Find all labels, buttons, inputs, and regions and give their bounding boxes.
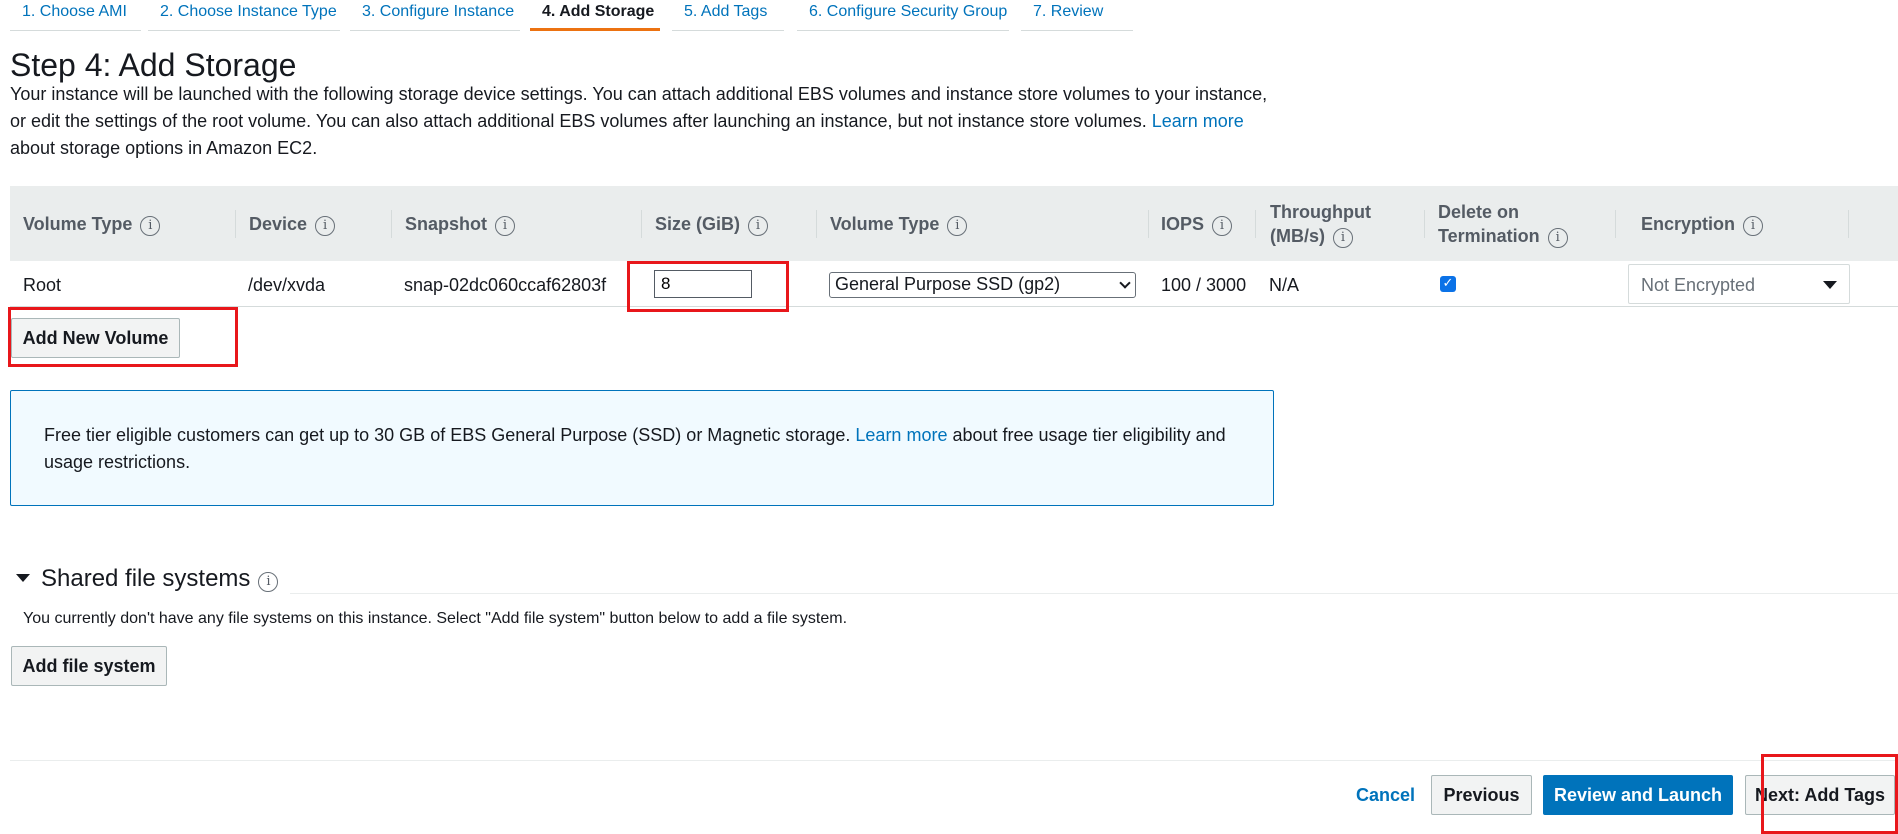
info-icon[interactable]: i [258,572,279,592]
shared-file-systems-title[interactable]: Shared file systems i [41,565,279,593]
header-delete-on-termination: Delete on Termination i [1438,200,1568,248]
intro-text: Your instance will be launched with the … [10,84,1268,131]
encryption-select[interactable]: Not Encrypted [1628,264,1850,304]
free-tier-text: Free tier eligible customers can get up … [44,425,1226,472]
header-encryption: Encryption i [1641,212,1764,236]
header-ebs-volume-type: Volume Type i [830,212,968,236]
chevron-down-icon [1119,277,1131,289]
tab-choose-instance-type[interactable]: 2. Choose Instance Type [148,0,340,31]
page-intro: Your instance will be launched with the … [10,81,1280,162]
previous-button[interactable]: Previous [1431,775,1532,815]
header-throughput: Throughput (MB/s) i [1270,202,1371,248]
tab-review[interactable]: 7. Review [1021,0,1133,31]
highlight-add-new-volume [8,307,238,367]
tab-add-tags[interactable]: 5. Add Tags [672,0,784,31]
info-icon[interactable]: i [1743,216,1764,236]
review-and-launch-button[interactable]: Review and Launch [1543,775,1733,815]
caret-down-icon [1823,281,1837,289]
tab-configure-instance[interactable]: 3. Configure Instance [350,0,520,31]
cell-device: /dev/xvda [248,275,326,295]
info-icon[interactable]: i [1212,216,1233,236]
no-file-systems-text: You currently don't have any file system… [23,610,848,627]
info-icon[interactable]: i [1547,228,1568,248]
cell-snapshot: snap-02dc060ccaf62803f [404,275,607,295]
cell-iops: 100 / 3000 [1161,275,1247,295]
highlight-size [627,261,789,312]
info-icon[interactable]: i [140,216,161,236]
header-iops: IOPS i [1161,212,1233,236]
volume-type-select[interactable]: General Purpose SSD (gp2) [829,272,1136,298]
cell-volume-type: Root [23,275,62,295]
info-icon[interactable]: i [947,216,968,236]
header-device: Device i [249,212,336,236]
header-snapshot: Snapshot i [405,212,516,236]
info-icon[interactable]: i [315,216,336,236]
info-icon[interactable]: i [748,216,769,236]
tab-choose-ami[interactable]: 1. Choose AMI [10,0,141,31]
info-icon[interactable]: i [1333,228,1353,248]
header-size: Size (GiB) i [655,212,769,236]
learn-more-link[interactable]: Learn more [855,425,947,445]
cell-throughput: N/A [1269,275,1300,295]
delete-on-termination-checkbox[interactable]: ✓ [1440,276,1456,292]
tab-configure-security-group[interactable]: 6. Configure Security Group [797,0,1009,31]
learn-more-link[interactable]: Learn more [1152,111,1244,131]
add-file-system-button[interactable]: Add file system [11,646,167,686]
intro-text-end: about storage options in Amazon EC2. [10,138,318,158]
tab-add-storage[interactable]: 4. Add Storage [530,0,660,31]
free-tier-info-box: Free tier eligible customers can get up … [10,390,1274,506]
page-title: Step 4: Add Storage [10,47,297,83]
info-icon[interactable]: i [495,216,516,236]
cancel-button[interactable]: Cancel [1356,785,1415,806]
collapse-caret-icon[interactable] [16,574,30,582]
highlight-next-add-tags [1761,754,1898,834]
header-volume-type: Volume Type i [23,212,161,236]
